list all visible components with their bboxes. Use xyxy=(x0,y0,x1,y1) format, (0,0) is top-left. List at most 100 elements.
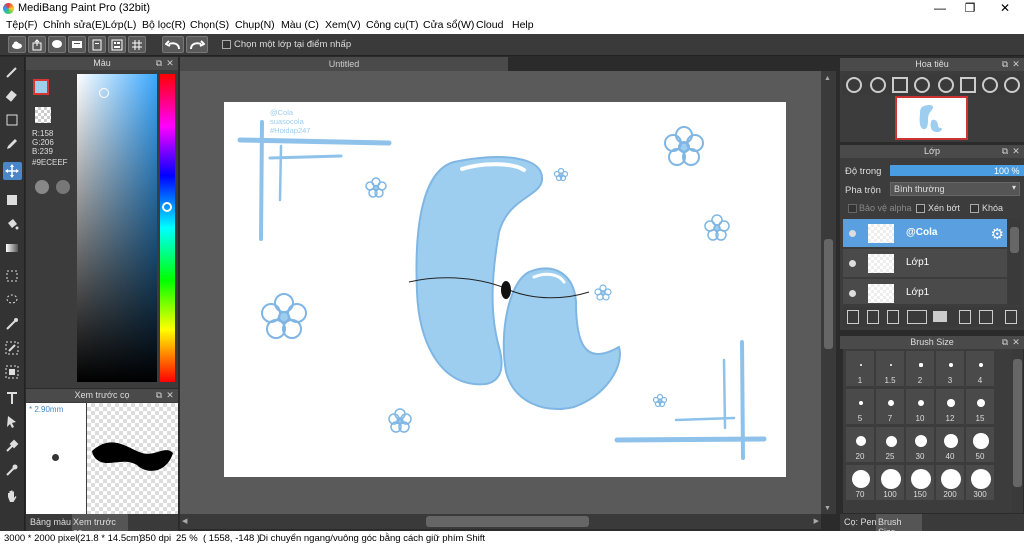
minimize-button[interactable]: — xyxy=(930,1,950,16)
panel-close-icon[interactable]: ✕ xyxy=(1012,59,1020,69)
brush-size-cell[interactable]: 150 xyxy=(905,464,935,501)
menu-cloud[interactable]: Cloud xyxy=(476,19,503,31)
cloud-button[interactable] xyxy=(8,36,26,53)
menu-layer[interactable]: Lớp(L) xyxy=(105,19,136,31)
new-layer-icon[interactable] xyxy=(847,310,859,324)
brush-size-cell[interactable]: 4 xyxy=(965,350,995,387)
rotate-right-icon[interactable] xyxy=(982,77,998,93)
brush-size-cell[interactable]: 70 xyxy=(845,464,875,501)
scroll-right-icon[interactable]: ▶ xyxy=(814,517,819,525)
scroll-up-icon[interactable]: ▲ xyxy=(824,75,831,82)
trash-icon[interactable] xyxy=(1005,310,1017,324)
eraser-tool[interactable] xyxy=(3,87,22,105)
sv-cursor[interactable] xyxy=(99,88,109,98)
grid-button[interactable] xyxy=(128,36,146,53)
pen-tool[interactable] xyxy=(3,135,22,153)
layer-row[interactable]: Lớp1 xyxy=(843,279,1007,305)
menu-view[interactable]: Xem(V) xyxy=(325,19,361,31)
brush-size-cell[interactable]: 15 xyxy=(965,388,995,425)
zoom-fit-icon[interactable] xyxy=(846,77,862,93)
gradient-tool[interactable] xyxy=(3,239,22,257)
select-eraser-tool[interactable] xyxy=(3,363,22,381)
layer-row[interactable]: @Cola ⚙ xyxy=(843,219,1007,248)
brush-size-cell[interactable]: 50 xyxy=(965,426,995,463)
bucket-tool[interactable] xyxy=(3,215,22,233)
select-pen-tool[interactable] xyxy=(3,339,22,357)
navigator-thumbnail[interactable] xyxy=(895,96,968,140)
zoom-in-icon[interactable] xyxy=(870,77,886,93)
brush-size-cell[interactable]: 30 xyxy=(905,426,935,463)
tab-palette[interactable]: Bảng màu xyxy=(30,517,71,527)
folder-icon[interactable] xyxy=(933,311,947,322)
horizontal-scrollbar[interactable]: ◀ ▶ xyxy=(180,514,821,529)
page-button[interactable] xyxy=(88,36,106,53)
eye-icon[interactable] xyxy=(849,230,856,237)
new-8bit-layer-icon[interactable] xyxy=(887,310,899,324)
brush-size-cell[interactable]: 200 xyxy=(935,464,965,501)
panel-close-icon[interactable]: ✕ xyxy=(166,390,174,400)
palette-icon[interactable] xyxy=(35,180,49,194)
tab-pen[interactable]: Cọ: Pen xyxy=(844,517,877,527)
dot-tool[interactable] xyxy=(3,111,22,129)
lasso-tool[interactable] xyxy=(3,291,22,309)
comic-button[interactable] xyxy=(68,36,86,53)
menu-tools[interactable]: Công cụ(T) xyxy=(366,19,419,31)
panel-float-icon[interactable]: ⧉ xyxy=(1001,59,1009,69)
palette-settings-icon[interactable] xyxy=(56,180,70,194)
brush-size-cell[interactable]: 3 xyxy=(935,350,965,387)
zoom-out-icon[interactable] xyxy=(914,77,930,93)
blend-select[interactable]: Bình thường ▾ xyxy=(890,182,1020,196)
menu-snap[interactable]: Chụp(N) xyxy=(235,19,275,31)
foreground-color-swatch[interactable] xyxy=(33,79,49,95)
layer-scroll-thumb[interactable] xyxy=(1010,227,1019,253)
panel-float-icon[interactable]: ⧉ xyxy=(1001,146,1009,156)
horizontal-scroll-thumb[interactable] xyxy=(426,516,589,527)
scroll-left-icon[interactable]: ◀ xyxy=(182,517,187,525)
flip-icon[interactable] xyxy=(960,77,976,93)
brush-size-cell[interactable]: 2 xyxy=(905,350,935,387)
fit-window-icon[interactable] xyxy=(892,77,908,93)
select-tool[interactable] xyxy=(3,267,22,285)
move-tool[interactable] xyxy=(3,162,22,180)
add-layer-dropdown-icon[interactable] xyxy=(907,310,927,324)
vertical-scroll-thumb[interactable] xyxy=(824,239,833,349)
brush-size-cell[interactable]: 1.5 xyxy=(875,350,905,387)
share-button[interactable] xyxy=(28,36,46,53)
duplicate-layer-icon[interactable] xyxy=(959,310,971,324)
brush-size-cell[interactable]: 25 xyxy=(875,426,905,463)
select-layer-checkbox[interactable] xyxy=(222,40,231,49)
brush-size-cell[interactable]: 300 xyxy=(965,464,995,501)
brush-size-cell[interactable]: 20 xyxy=(845,426,875,463)
redo-button[interactable] xyxy=(186,36,208,53)
lock-checkbox[interactable] xyxy=(970,204,979,213)
maximize-button[interactable]: ❐ xyxy=(960,1,980,16)
brush-size-cell[interactable]: 40 xyxy=(935,426,965,463)
hue-cursor[interactable] xyxy=(162,202,172,212)
new-halftone-layer-icon[interactable] xyxy=(867,310,879,324)
menu-help[interactable]: Help xyxy=(512,19,534,31)
transparent-swatch[interactable] xyxy=(35,107,51,123)
eye-icon[interactable] xyxy=(849,260,856,267)
canvas-tab[interactable]: Untitled xyxy=(180,57,508,71)
gear-icon[interactable]: ⚙ xyxy=(991,225,1004,243)
hue-slider[interactable] xyxy=(160,74,175,382)
panel-layout-button[interactable] xyxy=(108,36,126,53)
panel-float-icon[interactable]: ⧉ xyxy=(155,390,163,400)
brush-size-cell[interactable]: 5 xyxy=(845,388,875,425)
vertical-scrollbar[interactable]: ▲ ▼ xyxy=(821,71,836,514)
panel-float-icon[interactable]: ⧉ xyxy=(1001,337,1009,347)
brush-size-cell[interactable]: 12 xyxy=(935,388,965,425)
reset-rotation-icon[interactable] xyxy=(1004,77,1020,93)
handle-node[interactable] xyxy=(501,281,511,299)
brush-size-scrollbar[interactable] xyxy=(1012,349,1023,513)
brush-size-cell[interactable]: 100 xyxy=(875,464,905,501)
dropper-tool[interactable] xyxy=(3,437,22,455)
tab-brush-preview[interactable]: Xem trước cọ xyxy=(72,514,128,537)
layer-scrollbar[interactable] xyxy=(1008,219,1021,305)
brush-size-cell[interactable]: 1 xyxy=(845,350,875,387)
brush-size-cell[interactable]: 10 xyxy=(905,388,935,425)
text-tool[interactable] xyxy=(3,389,22,407)
tab-brush-size[interactable]: Brush Size xyxy=(876,514,922,537)
clipping-checkbox[interactable] xyxy=(916,204,925,213)
panel-close-icon[interactable]: ✕ xyxy=(1012,146,1020,156)
